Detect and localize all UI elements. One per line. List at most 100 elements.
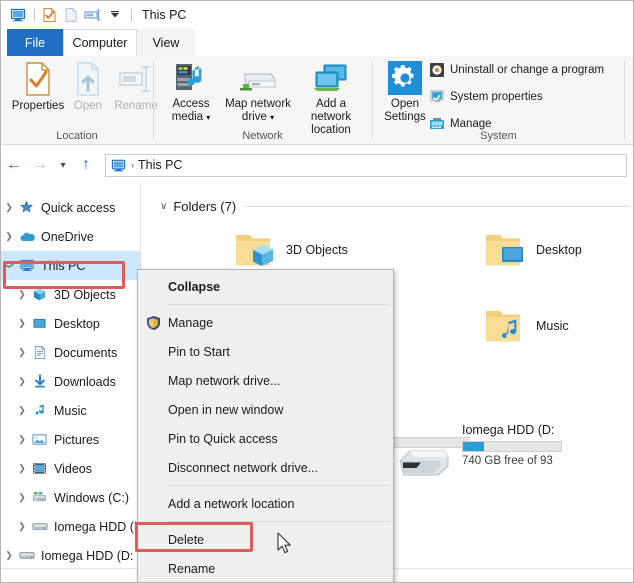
address-input[interactable]: › This PC (105, 153, 627, 177)
breadcrumb-this-pc[interactable]: This PC (138, 158, 182, 172)
context-menu-item-pin-to-start[interactable]: Pin to Start (138, 337, 393, 366)
context-menu-item-add-network-location[interactable]: Add a network location (138, 489, 393, 518)
ribbon-divider-3 (624, 61, 625, 139)
ribbon-manage-label: Manage (450, 118, 492, 130)
properties-icon[interactable] (39, 5, 59, 25)
chevron-right-icon[interactable]: ❯ (14, 376, 30, 387)
rename-icon[interactable] (83, 5, 103, 25)
ribbon-uninstall-button[interactable]: Uninstall or change a program (429, 62, 604, 78)
context-menu-item-delete[interactable]: Delete (138, 525, 393, 554)
sidebar-item-music[interactable]: ❯ Music (1, 396, 140, 425)
chevron-right-icon[interactable]: ❯ (14, 289, 30, 300)
sidebar-item-desktop[interactable]: ❯ Desktop (1, 309, 140, 338)
tab-file[interactable]: File (7, 29, 63, 56)
ribbon-map-network-drive-label: Map network drive ▾ (225, 98, 291, 123)
sidebar-label: OneDrive (41, 229, 94, 244)
customize-dropdown-icon[interactable] (105, 5, 125, 25)
drive-icon (17, 547, 36, 564)
sidebar-item-windows-c[interactable]: ❯ Windows (C:) (1, 483, 140, 512)
sidebar-item-downloads[interactable]: ❯ Downloads (1, 367, 140, 396)
ribbon-group-system: Open Settings Uninstall or change a prog… (373, 56, 624, 145)
context-menu-separator (168, 304, 390, 305)
sidebar-item-iomega-hdd-d[interactable]: ❯ Iomega HDD (D: (1, 541, 140, 570)
chevron-right-icon[interactable]: ❯ (14, 521, 30, 532)
ribbon-open-settings-button[interactable]: Open Settings (379, 60, 431, 124)
context-menu-label: Delete (168, 532, 205, 547)
sidebar-label: Iomega HDD (D (54, 519, 141, 534)
add-network-location-icon (314, 64, 347, 91)
context-menu-item-manage[interactable]: Manage (138, 308, 393, 337)
ribbon-uninstall-label: Uninstall or change a program (450, 64, 605, 76)
open-icon (77, 62, 99, 96)
sidebar-item-quick-access[interactable]: ❯ Quick access (1, 193, 140, 222)
sidebar-label: Videos (54, 461, 92, 476)
sidebar-item-this-pc[interactable]: ❯ This PC (1, 251, 140, 280)
address-bar: ← → ▾ ↑ › This PC (1, 145, 633, 185)
new-folder-icon[interactable] (61, 5, 81, 25)
sidebar-label: Windows (C:) (54, 490, 130, 505)
file-tile-3d-objects[interactable]: 3D Objects (232, 229, 348, 271)
context-menu[interactable]: Collapse Manage Pin to Start Map network… (137, 269, 394, 582)
sidebar-item-iomega-hdd-child[interactable]: ❯ Iomega HDD (D (1, 512, 140, 541)
drive-capacity-meter (462, 441, 562, 452)
context-menu-item-collapse[interactable]: Collapse (138, 272, 393, 301)
monitor-icon (17, 257, 36, 274)
title-bar: This PC (1, 1, 633, 29)
folder-music-icon (486, 311, 520, 342)
context-menu-item-disconnect-network-drive[interactable]: Disconnect network drive... (138, 453, 393, 482)
ribbon-properties-label: Properties (11, 100, 65, 112)
uninstall-icon (430, 63, 444, 77)
chevron-right-icon[interactable]: ❯ (14, 347, 30, 358)
system-properties-icon (430, 90, 444, 102)
external-drive-icon (399, 450, 449, 476)
forward-button[interactable]: → (27, 152, 53, 178)
file-tile-music[interactable]: Music (482, 305, 569, 347)
properties-icon (26, 62, 50, 96)
folders-group-header[interactable]: ∨ Folders (7) (160, 199, 630, 214)
chevron-right-icon[interactable]: ❯ (14, 405, 30, 416)
this-pc-icon[interactable] (8, 5, 28, 25)
breadcrumb-separator: › (131, 160, 134, 170)
chevron-right-icon[interactable]: ❯ (14, 434, 30, 445)
up-button[interactable]: ↑ (73, 152, 99, 178)
ribbon-add-network-location-button[interactable]: Add a network location (296, 60, 366, 137)
sidebar-label: Music (54, 403, 87, 418)
ribbon-system-properties-button[interactable]: System properties (429, 89, 543, 105)
chevron-right-icon[interactable]: ❯ (1, 231, 17, 242)
file-tile-label: 3D Objects (286, 243, 348, 257)
sidebar-item-pictures[interactable]: ❯ Pictures (1, 425, 140, 454)
folders-group-label: Folders (7) (173, 199, 237, 214)
ribbon-open-settings-label: Open Settings (384, 98, 426, 123)
chevron-down-icon[interactable]: ❯ (4, 258, 15, 274)
file-tile-label: Desktop (536, 243, 582, 257)
window-title: This PC (142, 8, 187, 22)
sidebar-item-onedrive[interactable]: ❯ OneDrive (1, 222, 140, 251)
ribbon-open-button[interactable]: Open (67, 60, 109, 113)
ribbon-map-network-drive-button[interactable]: Map network drive ▾ (220, 60, 296, 124)
context-menu-separator (168, 485, 390, 486)
context-menu-label: Manage (168, 315, 214, 330)
file-tile-desktop[interactable]: Desktop (482, 229, 582, 271)
sidebar-item-3d-objects[interactable]: ❯ 3D Objects (1, 280, 140, 309)
chevron-right-icon[interactable]: ❯ (14, 463, 30, 474)
sidebar-label: Iomega HDD (D: (41, 548, 134, 563)
chevron-right-icon[interactable]: ❯ (14, 492, 30, 503)
context-menu-item-map-network-drive[interactable]: Map network drive... (138, 366, 393, 395)
context-menu-item-pin-to-quick-access[interactable]: Pin to Quick access (138, 424, 393, 453)
recent-locations-button[interactable]: ▾ (53, 152, 73, 178)
tab-computer[interactable]: Computer (63, 29, 137, 56)
back-button[interactable]: ← (1, 152, 27, 178)
chevron-right-icon[interactable]: ❯ (1, 550, 17, 561)
tab-view[interactable]: View (137, 29, 195, 56)
drive-icon (30, 518, 49, 535)
context-menu-item-rename[interactable]: Rename (138, 554, 393, 582)
ribbon-access-media-button[interactable]: Access media ▾ (162, 60, 220, 124)
ribbon-properties-button[interactable]: Properties (9, 60, 67, 113)
chevron-down-icon[interactable]: ∨ (160, 201, 167, 212)
chevron-right-icon[interactable]: ❯ (14, 318, 30, 329)
qat-separator-1 (34, 8, 35, 22)
chevron-right-icon[interactable]: ❯ (1, 202, 17, 213)
sidebar-item-videos[interactable]: ❯ Videos (1, 454, 140, 483)
context-menu-item-open-in-new-window[interactable]: Open in new window (138, 395, 393, 424)
sidebar-item-documents[interactable]: ❯ Documents (1, 338, 140, 367)
